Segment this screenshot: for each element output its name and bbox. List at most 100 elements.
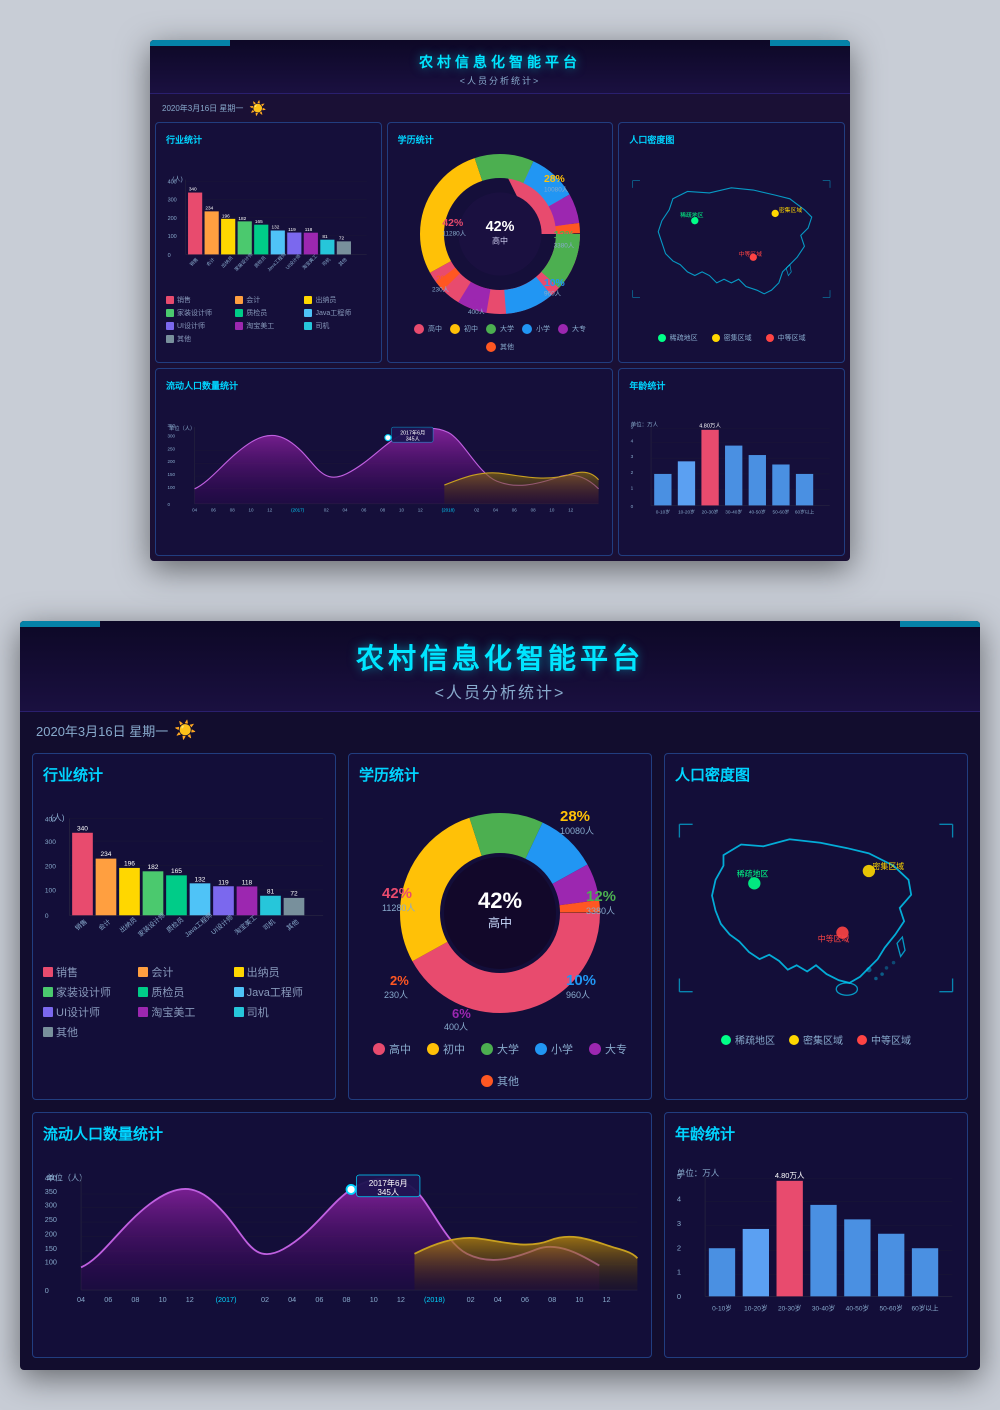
- svg-text:销售: 销售: [188, 256, 200, 268]
- svg-text:50-60岁: 50-60岁: [879, 1303, 902, 1312]
- donut-chart-small: 42% 高中 42% 11280人 28% 10080人 12% 3380人 1…: [420, 154, 580, 314]
- header-full: 农村信息化智能平台 <人员分析统计>: [20, 621, 980, 712]
- svg-text:400人: 400人: [468, 308, 486, 314]
- svg-text:12: 12: [397, 1295, 405, 1304]
- map-chart-full: 稀疏地区 密集区域 中等区域: [675, 793, 957, 1023]
- title-small: 农村信息化智能平台: [150, 52, 850, 72]
- svg-text:234: 234: [100, 851, 111, 858]
- svg-text:司机: 司机: [320, 256, 332, 268]
- svg-text:08: 08: [531, 507, 537, 512]
- sun-icon-small: ☀️: [249, 100, 266, 117]
- svg-text:2017年6月: 2017年6月: [369, 1178, 408, 1188]
- svg-text:10: 10: [249, 507, 255, 512]
- svg-text:02: 02: [474, 507, 480, 512]
- svg-text:345人: 345人: [377, 1188, 399, 1197]
- svg-text:230人: 230人: [384, 990, 408, 1000]
- svg-text:02: 02: [467, 1295, 475, 1304]
- area-chart-full: 单位（人） 0 100 150 200 250 300 350 400: [43, 1152, 641, 1342]
- svg-text:960人: 960人: [566, 990, 590, 1000]
- map-chart-small: 稀疏地区 密集区域 中等区域: [629, 154, 834, 324]
- sun-icon-full: ☀️: [174, 720, 196, 741]
- body-small: 行业统计 (人) 0 100 200 300 400: [150, 117, 850, 561]
- svg-text:4.80万人: 4.80万人: [775, 1171, 805, 1180]
- svg-text:10-20岁: 10-20岁: [678, 508, 695, 515]
- date-full: 2020年3月16日 星期一 ☀️: [20, 712, 980, 741]
- svg-text:12: 12: [418, 507, 424, 512]
- svg-text:06: 06: [361, 507, 367, 512]
- age-title-full: 年龄统计: [675, 1123, 957, 1144]
- svg-text:10: 10: [399, 507, 405, 512]
- header-small: 农村信息化智能平台 <人员分析统计>: [150, 40, 850, 94]
- svg-text:08: 08: [131, 1295, 139, 1304]
- svg-text:5: 5: [677, 1172, 681, 1181]
- svg-text:04: 04: [343, 507, 349, 512]
- page-wrapper: 农村信息化智能平台 <人员分析统计> 2020年3月16日 星期一 ☀️ 行业统…: [0, 0, 1000, 1410]
- svg-text:出纳员: 出纳员: [220, 254, 235, 269]
- svg-text:其他: 其他: [284, 917, 300, 933]
- svg-text:350: 350: [168, 423, 176, 428]
- map-panel-full: 人口密度图 稀疏地区: [664, 753, 968, 1100]
- svg-text:0: 0: [45, 1286, 49, 1295]
- svg-text:出纳员: 出纳员: [117, 915, 138, 935]
- svg-text:0: 0: [677, 1292, 681, 1301]
- svg-text:12%: 12%: [586, 888, 616, 905]
- svg-text:司机: 司机: [261, 917, 277, 933]
- age-chart-full: 单位：万人 0 1 2 3 4 5: [675, 1152, 957, 1342]
- svg-text:234: 234: [205, 206, 213, 212]
- subtitle-small: <人员分析统计>: [150, 74, 850, 87]
- svg-text:100: 100: [168, 234, 177, 240]
- svg-text:10: 10: [370, 1295, 378, 1304]
- svg-text:42%: 42%: [478, 888, 522, 913]
- svg-text:81: 81: [322, 234, 328, 240]
- svg-text:40-50岁: 40-50岁: [749, 508, 766, 515]
- svg-text:119: 119: [218, 879, 229, 886]
- svg-text:3380人: 3380人: [586, 906, 615, 916]
- svg-text:淘宝美工: 淘宝美工: [301, 253, 319, 271]
- svg-text:稀疏地区: 稀疏地区: [680, 211, 703, 219]
- svg-text:4.80万人: 4.80万人: [700, 422, 722, 429]
- svg-text:182: 182: [238, 216, 246, 222]
- svg-text:3: 3: [631, 454, 634, 460]
- svg-text:(2018): (2018): [424, 1295, 445, 1304]
- svg-text:单位：万人: 单位：万人: [631, 421, 659, 429]
- svg-text:196: 196: [124, 860, 135, 867]
- industry-panel-small: 行业统计 (人) 0 100 200 300 400: [155, 122, 382, 363]
- svg-text:3380人: 3380人: [554, 242, 575, 250]
- svg-text:2: 2: [631, 470, 634, 476]
- svg-text:200: 200: [45, 863, 56, 870]
- svg-text:2%: 2%: [436, 274, 449, 284]
- svg-text:06: 06: [521, 1295, 529, 1304]
- floating-title-full: 流动人口数量统计: [43, 1123, 641, 1144]
- svg-text:08: 08: [380, 507, 386, 512]
- svg-text:密集区域: 密集区域: [779, 206, 802, 214]
- floating-pop-panel-small: 流动人口数量统计 单位（人） 0 100 150 200 250 300 350: [155, 368, 613, 556]
- svg-text:300: 300: [168, 434, 176, 439]
- svg-text:06: 06: [104, 1295, 112, 1304]
- svg-text:60岁以上: 60岁以上: [795, 508, 815, 515]
- svg-text:345人: 345人: [406, 436, 421, 443]
- svg-text:04: 04: [192, 507, 198, 512]
- industry-title-full: 行业统计: [43, 764, 325, 785]
- svg-text:340: 340: [189, 187, 197, 193]
- map-legend-small: 稀疏地区 密集区域 中等区域: [629, 333, 834, 343]
- svg-text:02: 02: [324, 507, 330, 512]
- svg-text:(2018): (2018): [442, 507, 456, 512]
- svg-text:132: 132: [194, 876, 205, 883]
- svg-text:销售: 销售: [73, 917, 89, 932]
- svg-text:400: 400: [168, 180, 177, 186]
- svg-text:40-50岁: 40-50岁: [846, 1303, 869, 1312]
- svg-text:200: 200: [45, 1230, 57, 1239]
- industry-legend-small: 销售 会计 出纳员 家装设计师 质检员 Java工程师 UI设计师 淘宝美工 司…: [166, 295, 371, 344]
- svg-text:20-30岁: 20-30岁: [702, 508, 719, 515]
- svg-text:28%: 28%: [544, 174, 565, 185]
- body-full: 行业统计 (人) 0 100 200 300 400: [20, 741, 980, 1370]
- age-chart-small: 单位：万人 0 1 2 3 4 5: [629, 400, 834, 540]
- svg-text:4: 4: [631, 438, 634, 444]
- age-panel-full: 年龄统计 单位：万人 0 1 2 3 4 5: [664, 1112, 968, 1358]
- svg-text:11280人: 11280人: [442, 230, 466, 238]
- svg-text:(2017): (2017): [216, 1295, 237, 1304]
- svg-text:中等区域: 中等区域: [739, 250, 762, 258]
- svg-text:118: 118: [242, 879, 253, 886]
- map-panel-small: 人口密度图 稀疏地区 密集区域 中等区域: [618, 122, 845, 363]
- svg-text:300: 300: [45, 1201, 57, 1210]
